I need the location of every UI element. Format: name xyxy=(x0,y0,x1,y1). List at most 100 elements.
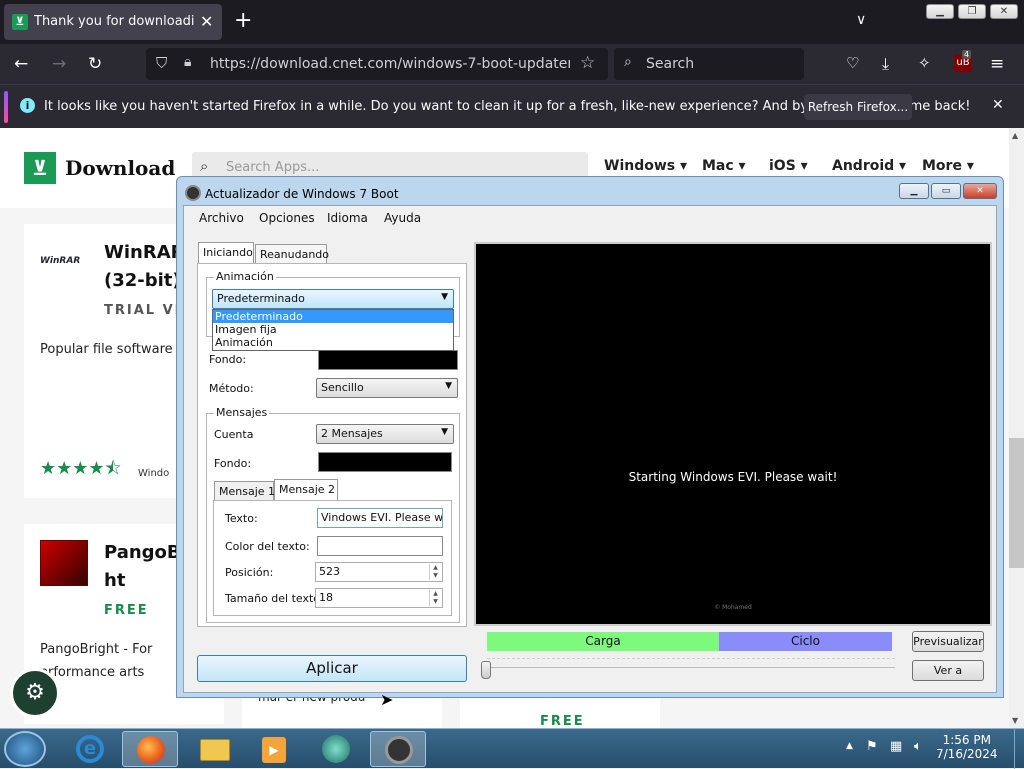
search-bar[interactable]: ⌕ Search xyxy=(614,48,804,80)
scrollbar-thumb[interactable] xyxy=(1009,438,1024,568)
dropdown-arrow-icon: ▼ xyxy=(441,427,448,437)
menu-ayuda[interactable]: Ayuda xyxy=(384,211,421,225)
close-button[interactable]: ✕ xyxy=(963,183,997,199)
start-button-icon[interactable] xyxy=(4,731,46,767)
menu-label: Android xyxy=(832,158,895,174)
dropdown-arrow-icon: ▼ xyxy=(441,292,448,302)
option-animacion[interactable]: Animación xyxy=(213,336,453,349)
download-logo-icon[interactable]: ⊻ xyxy=(24,152,56,184)
tab-mensaje-1[interactable]: Mensaje 1 xyxy=(214,481,275,501)
hamburger-menu-icon[interactable]: ≡ xyxy=(990,54,1004,74)
page-scrollbar[interactable] xyxy=(1009,128,1024,728)
ciclo-bar[interactable]: Ciclo xyxy=(719,632,892,651)
url-bar[interactable]: ⛉ 🔒︎ https://download.cnet.com/windows-7… xyxy=(146,48,608,80)
bookmark-star-icon[interactable]: ☆ xyxy=(580,53,595,73)
menu-archivo[interactable]: Archivo xyxy=(199,211,244,225)
shield-icon[interactable]: ⛉ xyxy=(156,54,167,72)
tab-iniciando[interactable]: Iniciando xyxy=(198,242,254,264)
menu-ios[interactable]: iOS ▾ xyxy=(769,158,808,174)
preview-copyright: © Mohamed xyxy=(714,604,752,611)
minimize-window-button[interactable]: ▁ xyxy=(926,4,954,19)
notification-bar: i It looks like you haven't started Fire… xyxy=(0,84,1024,128)
clock-date: 7/16/2024 xyxy=(936,747,998,761)
network-icon[interactable]: ▦ xyxy=(890,739,902,754)
minimize-button[interactable]: ▁ xyxy=(899,183,929,199)
window-title: Actualizador de Windows 7 Boot xyxy=(205,187,399,201)
maximize-button[interactable]: ▭ xyxy=(931,183,961,199)
forward-icon[interactable]: → xyxy=(52,54,66,74)
boot-updater-taskbar-icon[interactable] xyxy=(370,731,426,767)
download-icon[interactable]: ⤓ xyxy=(882,54,889,74)
volume-muted-icon[interactable]: 🔈︎ xyxy=(914,739,922,754)
reload-icon[interactable]: ↻ xyxy=(88,54,102,74)
carga-bar[interactable]: Carga xyxy=(487,632,719,651)
back-icon[interactable]: ← xyxy=(14,54,28,74)
restore-window-button[interactable]: ❐ xyxy=(958,4,986,19)
metodo-dropdown[interactable]: Sencillo ▼ xyxy=(316,378,458,398)
close-notification-icon[interactable]: ✕ xyxy=(992,97,1004,113)
browser-tab-bar: ⊻ Thank you for downloading 18 ✕ + ∨ ▁ ❐… xyxy=(0,0,1024,44)
card-title[interactable]: WinRAR xyxy=(104,242,185,263)
system-clock[interactable]: 1:56 PM 7/16/2024 xyxy=(936,733,998,761)
menu-mac[interactable]: Mac ▾ xyxy=(702,158,746,174)
media-player-icon[interactable]: ▶ xyxy=(246,731,302,767)
menu-android[interactable]: Android ▾ xyxy=(832,158,906,174)
scroll-down-icon[interactable]: ▼ xyxy=(1012,716,1018,725)
cookie-settings-icon[interactable]: ⚙ xyxy=(10,668,60,718)
new-tab-icon[interactable]: + xyxy=(234,8,252,33)
refresh-firefox-button[interactable]: Refresh Firefox... xyxy=(804,94,912,120)
internet-explorer-icon[interactable]: e xyxy=(62,731,118,767)
close-window-button[interactable]: ✕ xyxy=(990,4,1018,19)
lock-icon[interactable]: 🔒︎ xyxy=(184,54,191,70)
mensajes-label: Mensajes xyxy=(214,406,270,419)
tamano-value: 18 xyxy=(319,591,333,604)
pocket-icon[interactable]: ♡ xyxy=(846,54,859,72)
spin-arrows-icon[interactable]: ▲ ▼ xyxy=(429,564,441,580)
spin-arrows-icon[interactable]: ▲ ▼ xyxy=(429,590,441,606)
metodo-label: Método: xyxy=(209,382,254,395)
show-hidden-icons-icon[interactable]: ▲ xyxy=(846,741,853,751)
extensions-icon[interactable]: ✧ xyxy=(918,54,931,72)
dropdown-arrow-icon: ▼ xyxy=(445,381,452,391)
ver-a-button[interactable]: Ver a xyxy=(912,660,984,681)
posicion-stepper[interactable]: 523 ▲ ▼ xyxy=(315,562,443,582)
timeline-slider-thumb[interactable] xyxy=(481,661,491,679)
menu-label: Mac xyxy=(702,158,734,174)
fondo-color-swatch[interactable] xyxy=(318,350,458,370)
boot-updater-window: Actualizador de Windows 7 Boot ▁ ▭ ✕ Arc… xyxy=(176,176,1004,698)
option-imagen-fija[interactable]: Imagen fija xyxy=(213,323,453,336)
texto-input[interactable]: Vindows EVI. Please wait! xyxy=(317,508,443,528)
cnet-download-icon: ⊻ xyxy=(12,14,28,30)
chevron-down-icon[interactable]: ∨ xyxy=(856,12,866,28)
browser-tab[interactable]: ⊻ Thank you for downloading 18 ✕ xyxy=(4,4,222,40)
animacion-options-list[interactable]: Predeterminado Imagen fija Animación xyxy=(212,309,454,351)
color-texto-swatch[interactable] xyxy=(317,536,443,556)
file-explorer-icon[interactable] xyxy=(186,731,242,767)
menu-more[interactable]: More ▾ xyxy=(922,158,974,174)
menu-idioma[interactable]: Idioma xyxy=(327,211,368,225)
card-title[interactable]: PangoB xyxy=(104,542,181,563)
animacion-label: Animación xyxy=(214,270,276,283)
action-center-flag-icon[interactable]: ⚑ xyxy=(866,739,878,754)
mensajes-fondo-swatch[interactable] xyxy=(318,452,452,472)
scroll-up-icon[interactable]: ▲ xyxy=(1012,131,1018,140)
tamano-stepper[interactable]: 18 ▲ ▼ xyxy=(315,588,443,608)
previsualizar-button[interactable]: Previsualizar xyxy=(912,631,984,652)
window-client: Archivo Opciones Idioma Ayuda Iniciando … xyxy=(183,205,997,693)
animacion-dropdown[interactable]: Predeterminado ▼ xyxy=(212,289,454,309)
firefox-taskbar-icon[interactable] xyxy=(122,731,178,767)
cuenta-dropdown[interactable]: 2 Mensajes ▼ xyxy=(316,424,454,444)
notification-accent xyxy=(4,91,8,123)
aplicar-button[interactable]: Aplicar xyxy=(197,655,467,682)
tab-reanudando[interactable]: Reanudando xyxy=(255,244,329,264)
menu-windows[interactable]: Windows ▾ xyxy=(604,158,687,174)
logo-text[interactable]: Download xyxy=(65,156,175,180)
clock-time: 1:56 PM xyxy=(942,733,991,747)
menu-opciones[interactable]: Opciones xyxy=(259,211,315,225)
show-desktop-button[interactable] xyxy=(1014,729,1024,769)
option-predeterminado[interactable]: Predeterminado xyxy=(213,310,453,323)
timeline-track[interactable] xyxy=(487,658,895,668)
tab-mensaje-2[interactable]: Mensaje 2 xyxy=(274,479,338,501)
close-tab-icon[interactable]: ✕ xyxy=(200,12,213,31)
app-taskbar-icon[interactable] xyxy=(308,731,364,767)
